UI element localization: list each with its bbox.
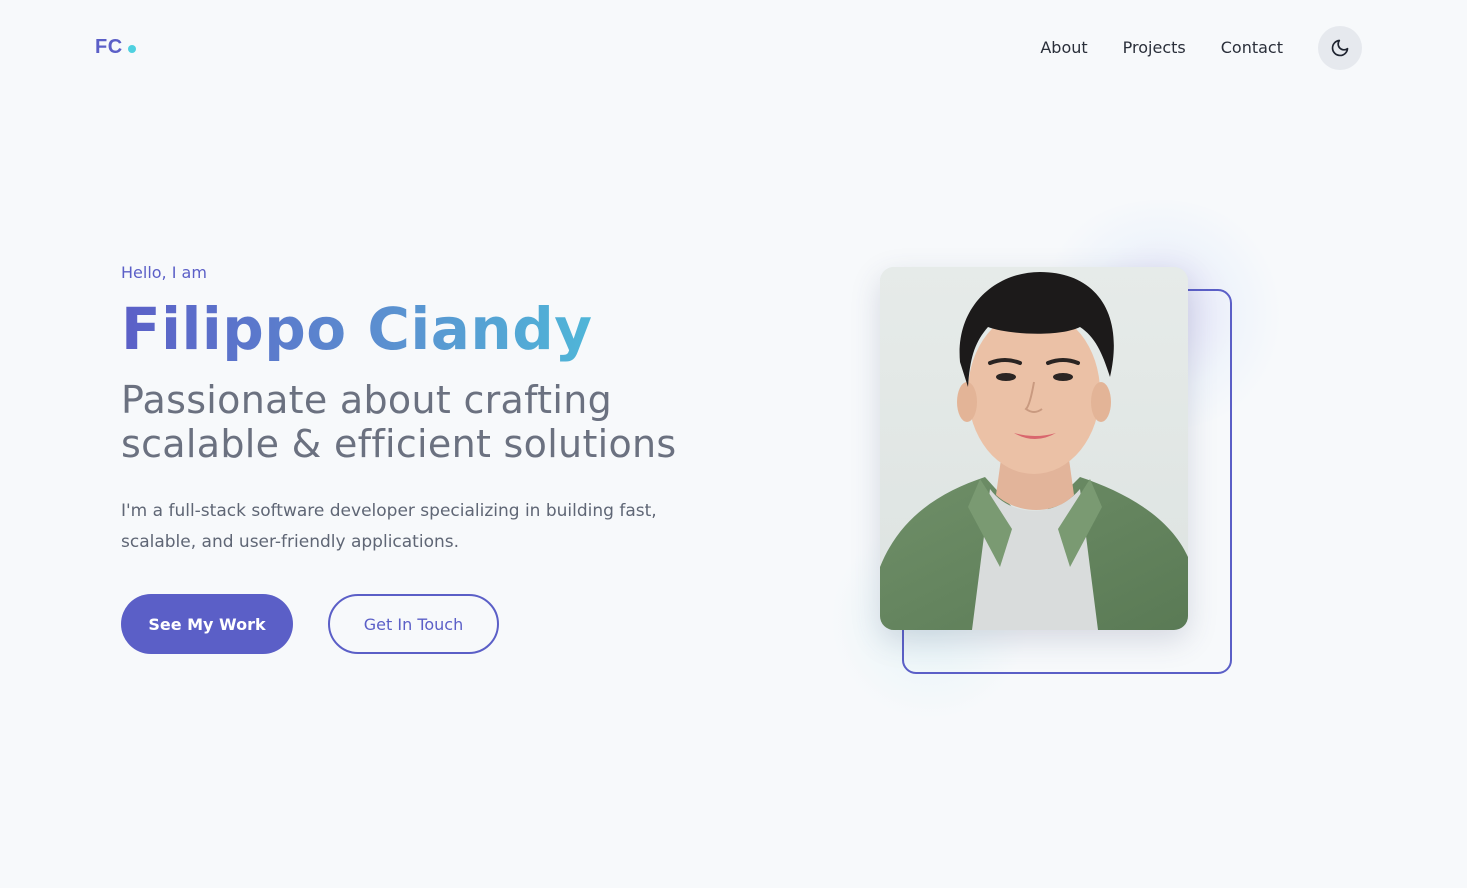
profile-photo (880, 267, 1188, 630)
hero-section: Hello, I am Filippo Ciandy Passionate ab… (121, 258, 761, 654)
greeting-text: Hello, I am (121, 263, 207, 282)
profile-photo-illustration (880, 267, 1188, 630)
hero-buttons: See My Work Get In Touch (121, 594, 761, 654)
nav-link-projects[interactable]: Projects (1123, 36, 1186, 60)
logo-dot (127, 44, 136, 53)
hero-name: Filippo Ciandy (121, 295, 593, 363)
get-in-touch-button[interactable]: Get In Touch (328, 594, 499, 654)
nav-link-about[interactable]: About (1040, 36, 1087, 60)
moon-icon (1331, 39, 1349, 57)
logo-text: FC (95, 36, 123, 58)
see-my-work-button[interactable]: See My Work (121, 594, 293, 654)
nav-link-contact[interactable]: Contact (1221, 36, 1283, 60)
hero-tagline: Passionate about crafting scalable & eff… (121, 378, 761, 466)
logo[interactable]: FC (95, 36, 136, 59)
main-nav: About Projects Contact (1040, 36, 1283, 60)
hero-description: I'm a full-stack software developer spec… (121, 501, 657, 552)
site-header: FC About Projects Contact (0, 0, 1467, 96)
tagline-line-1: Passionate about crafting (121, 378, 613, 422)
theme-toggle-button[interactable] (1318, 26, 1362, 70)
tagline-line-2: scalable & efficient solutions (121, 422, 677, 466)
